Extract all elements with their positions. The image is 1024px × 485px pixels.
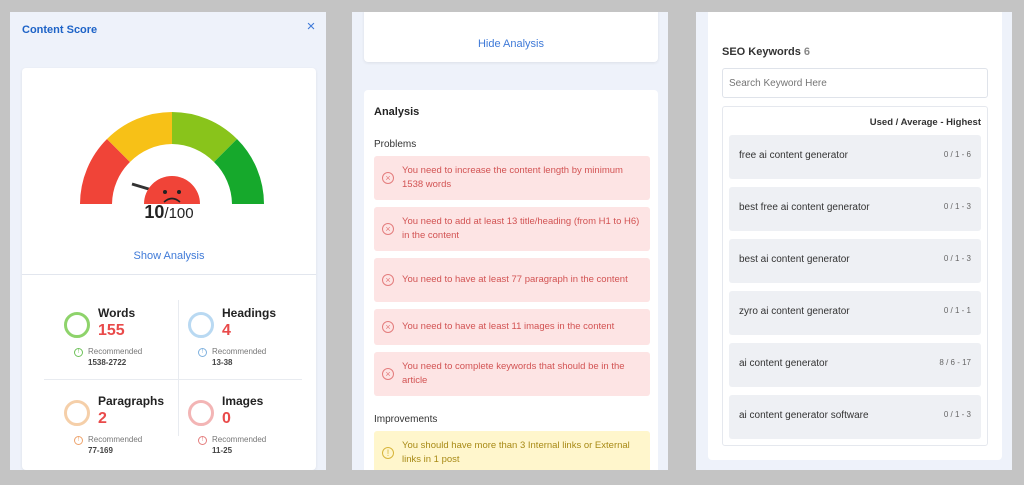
hide-analysis-link[interactable]: Hide Analysis [364,38,658,50]
error-icon: × [382,172,394,184]
info-icon: ! [74,436,83,445]
paragraphs-ring-icon [64,400,90,426]
words-ring-icon [64,312,90,338]
score-gauge [80,112,264,204]
images-ring-icon [188,400,214,426]
stat-images: Images 0 ! Recommended 11-25 [188,386,308,466]
stat-paragraphs: Paragraphs 2 ! Recommended 77-169 [64,386,184,466]
problem-item: × You need to add at least 13 title/head… [374,207,650,251]
keyword-list: Used / Average - Highest free ai content… [722,106,988,446]
close-icon[interactable]: × [302,18,320,36]
warning-icon: ! [382,447,394,459]
keyword-row[interactable]: best free ai content generator 0 / 1 - 3 [729,187,981,231]
error-icon: × [382,368,394,380]
show-analysis-link[interactable]: Show Analysis [22,250,316,262]
seo-keywords-panel: SEO Keywords6 Used / Average - Highest f… [696,12,1012,470]
stat-headings: Headings 4 ! Recommended 13-38 [188,298,308,378]
stat-words: Words 155 ! Recommended 1538-2722 [64,298,184,378]
score-card: 10/100 Show Analysis Words 155 ! Recomme… [22,68,316,470]
keyword-row[interactable]: ai content generator software 0 / 1 - 3 [729,395,981,439]
problem-item: × You need to have at least 11 images in… [374,309,650,345]
improvement-item: ! You should have more than 3 Internal l… [374,431,650,470]
stats-divider-horizontal [44,379,302,380]
analysis-panel: Hide Analysis Analysis Problems × You ne… [352,12,668,470]
problem-item: × You need to have at least 77 paragraph… [374,258,650,302]
headings-ring-icon [188,312,214,338]
info-icon: ! [198,436,207,445]
keyword-row[interactable]: zyro ai content generator 0 / 1 - 1 [729,291,981,335]
seo-keywords-title: SEO Keywords 6 [722,46,810,58]
improvements-label: Improvements [374,414,438,425]
sad-face-icon [144,176,200,204]
divider [22,274,316,275]
info-icon: ! [198,348,207,357]
keyword-search-input[interactable] [722,68,988,98]
problem-item: × You need to complete keywords that sho… [374,352,650,396]
error-icon: × [382,223,394,235]
error-icon: × [382,321,394,333]
analysis-title: Analysis [374,106,420,118]
error-icon: × [382,274,394,286]
keyword-row[interactable]: best ai content generator 0 / 1 - 3 [729,239,981,283]
keyword-row[interactable]: ai content generator 8 / 6 - 17 [729,343,981,387]
keyword-row[interactable]: free ai content generator 0 / 1 - 6 [729,135,981,179]
keyword-column-header: Used / Average - Highest [869,117,981,128]
content-score-panel: Content Score × 10/100 Show Analysis Wor… [10,12,326,470]
problems-label: Problems [374,139,417,150]
content-score-title: Content Score [22,24,98,36]
seo-keywords-card: SEO Keywords6 Used / Average - Highest f… [708,12,1002,460]
analysis-card: Analysis Problems × You need to increase… [364,90,658,470]
info-icon: ! [74,348,83,357]
analysis-toggle-card: Hide Analysis [364,12,658,62]
problem-item: × You need to increase the content lengt… [374,156,650,200]
score-value: 10/100 [144,202,194,222]
stats-divider-vertical [178,300,179,436]
